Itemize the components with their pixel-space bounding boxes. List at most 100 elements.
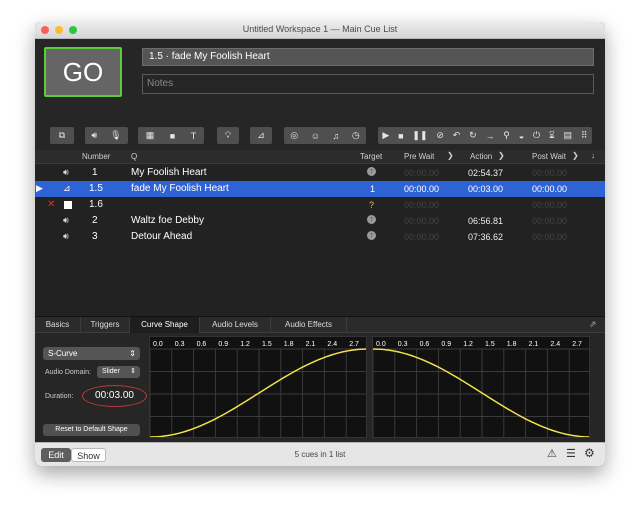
post-wait-value: 00:00.00	[532, 184, 568, 194]
video-cue-icon[interactable]: ▦	[146, 130, 155, 141]
fade-out-curve-graph[interactable]: 0.0 0.3 0.6 0.9 1.2 1.5 1.8 2.1 2.4 2.7	[372, 336, 590, 438]
audio-icon: 🔊︎	[63, 215, 69, 225]
broken-cue-icon: ✕	[47, 199, 56, 210]
tick-label: 2.1	[306, 341, 316, 348]
inspector-panel: Basics Triggers Curve Shape Audio Levels…	[35, 316, 605, 442]
action-value: 02:54.37	[468, 168, 504, 178]
chevron-updown-icon: ⇕	[130, 368, 136, 375]
music-cue-icon[interactable]: ♫	[333, 131, 340, 141]
devamp-cue-icon[interactable]: ⚲	[503, 130, 510, 141]
inspector-tabs: Basics Triggers Curve Shape Audio Levels…	[35, 317, 605, 333]
table-row[interactable]: 🔊︎ 2 Waltz foe Debby ↑ 00:00.00 06:56.81…	[35, 213, 605, 229]
tick-label: 2.7	[572, 341, 582, 348]
main-window: Untitled Workspace 1 — Main Cue List GO …	[35, 22, 605, 466]
cue-number: 1.5	[89, 183, 103, 194]
list-icon[interactable]: ☰	[566, 447, 576, 460]
timecode-cue-icon[interactable]: ◷	[352, 130, 360, 141]
camera-cue-icon[interactable]: ■	[170, 131, 175, 141]
wait-cue-icon[interactable]: ⏳︎	[549, 130, 555, 141]
audio-domain-value: Slider	[102, 368, 120, 375]
fade-in-curve-graph[interactable]: 0.0 0.3 0.6 0.9 1.2 1.5 1.8 2.1 2.4 2.7	[149, 336, 367, 438]
header-action[interactable]: Action	[470, 152, 492, 161]
stop-icon	[64, 201, 72, 209]
cue-number: 1	[92, 167, 98, 178]
tick-label: 2.4	[550, 341, 560, 348]
text-cue-icon[interactable]: T	[191, 131, 197, 141]
memo-cue-icon[interactable]: ▤	[563, 130, 572, 141]
post-wait-chevron-icon: ❯	[572, 151, 579, 160]
cue-name-field[interactable]: 1.5 · fade My Foolish Heart	[142, 48, 594, 66]
target-cue-icon[interactable]: →	[485, 131, 494, 141]
cue-list-header: Number Q Target Pre Wait Action Post Wai…	[35, 150, 605, 164]
cue-name: fade My Foolish Heart	[131, 183, 229, 194]
tab-audio-effects[interactable]: Audio Effects	[271, 317, 347, 333]
duration-field[interactable]: 00:03.00	[82, 385, 147, 407]
table-row[interactable]: ✕ 1.6 ? 00:00.00 00:00.00	[35, 197, 605, 213]
curve-shape-select[interactable]: S-Curve ⇕	[43, 347, 140, 360]
load-cue-icon[interactable]: ↻	[469, 130, 477, 141]
tick-label: 2.4	[327, 341, 337, 348]
pause-cue-icon[interactable]: ❚❚	[412, 130, 427, 141]
tick-label: 0.6	[420, 341, 430, 348]
script-cue-icon[interactable]: ⠿	[581, 130, 588, 141]
tick-label: 2.7	[349, 341, 359, 348]
arm-cue-icon[interactable]: ◒	[519, 131, 524, 141]
tick-label: 1.8	[284, 341, 294, 348]
pre-wait-value: 00:00.00	[404, 184, 440, 194]
post-wait-value: 00:00.00	[532, 168, 568, 178]
audio-icon: 🔊︎	[63, 231, 69, 241]
warning-icon[interactable]: ⚠	[547, 447, 557, 460]
pre-wait-value: 00:00.00	[404, 232, 440, 242]
midi-cue-icon[interactable]: ☺	[311, 131, 320, 141]
header-number[interactable]: Number	[82, 152, 110, 161]
tick-label: 0.9	[218, 341, 228, 348]
header-target[interactable]: Target	[360, 152, 382, 161]
target-icon: ↑	[367, 231, 376, 240]
tab-basics[interactable]: Basics	[35, 317, 81, 333]
table-row-selected[interactable]: ▶ ⊿ 1.5 fade My Foolish Heart 1 00:00.00…	[35, 181, 605, 197]
tick-label: 0.9	[441, 341, 451, 348]
tick-label: 1.8	[507, 341, 517, 348]
reset-cue-icon[interactable]: ↶	[453, 130, 461, 141]
target-value: ?	[369, 200, 375, 210]
audio-domain-select[interactable]: Slider ⇕	[97, 366, 140, 378]
mic-cue-icon[interactable]: 🎙︎	[110, 130, 121, 141]
playhead-arrow-icon[interactable]: ↓	[591, 151, 595, 160]
header-pre-wait[interactable]: Pre Wait	[404, 152, 434, 161]
tick-label: 1.2	[240, 341, 250, 348]
playhead-icon: ▶	[36, 183, 43, 193]
pre-wait-chevron-icon: ❯	[447, 151, 454, 160]
audio-cue-icon[interactable]: 🔊︎	[91, 130, 97, 141]
title-bar: Untitled Workspace 1 — Main Cue List	[35, 22, 605, 39]
cue-count: 5 cues in 1 list	[294, 450, 346, 459]
goto-cue-icon[interactable]: ⊘	[436, 130, 444, 141]
action-value: 06:56.81	[468, 216, 504, 226]
header-panel: GO 1.5 · fade My Foolish Heart Notes	[35, 39, 605, 127]
stop-cue-icon[interactable]: ■	[398, 131, 403, 141]
tick-label: 1.5	[262, 341, 272, 348]
tick-label: 0.0	[376, 341, 386, 348]
network-cue-icon[interactable]: ◎	[290, 130, 298, 141]
reset-shape-button[interactable]: Reset to Default Shape	[43, 424, 140, 436]
start-cue-icon[interactable]: ▶	[382, 130, 389, 141]
window-title: Untitled Workspace 1 — Main Cue List	[242, 24, 398, 34]
table-row[interactable]: 🔊︎ 1 My Foolish Heart ↑ 00:00.00 02:54.3…	[35, 165, 605, 181]
action-chevron-icon: ❯	[498, 151, 505, 160]
header-post-wait[interactable]: Post Wait	[532, 152, 566, 161]
tick-label: 2.1	[529, 341, 539, 348]
header-q[interactable]: Q	[131, 152, 137, 161]
gear-icon[interactable]: ⚙	[584, 446, 595, 460]
tab-curve-shape[interactable]: Curve Shape	[130, 317, 200, 333]
notes-field[interactable]: Notes	[142, 74, 594, 94]
light-cue-icon[interactable]: 💡︎	[225, 130, 231, 141]
post-wait-value: 00:00.00	[532, 200, 568, 210]
fade-cue-icon[interactable]: ⊿	[257, 130, 265, 141]
detach-inspector-icon[interactable]: ⇗	[589, 319, 597, 330]
disarm-cue-icon[interactable]: ⏻	[533, 130, 540, 141]
tab-audio-levels[interactable]: Audio Levels	[200, 317, 271, 333]
tab-triggers[interactable]: Triggers	[81, 317, 130, 333]
table-row[interactable]: 🔊︎ 3 Detour Ahead ↑ 00:00.00 07:36.62 00…	[35, 229, 605, 245]
group-cue-icon[interactable]: ⧉	[59, 130, 65, 141]
go-button[interactable]: GO	[44, 47, 122, 97]
audio-domain-label: Audio Domain:	[45, 369, 91, 376]
